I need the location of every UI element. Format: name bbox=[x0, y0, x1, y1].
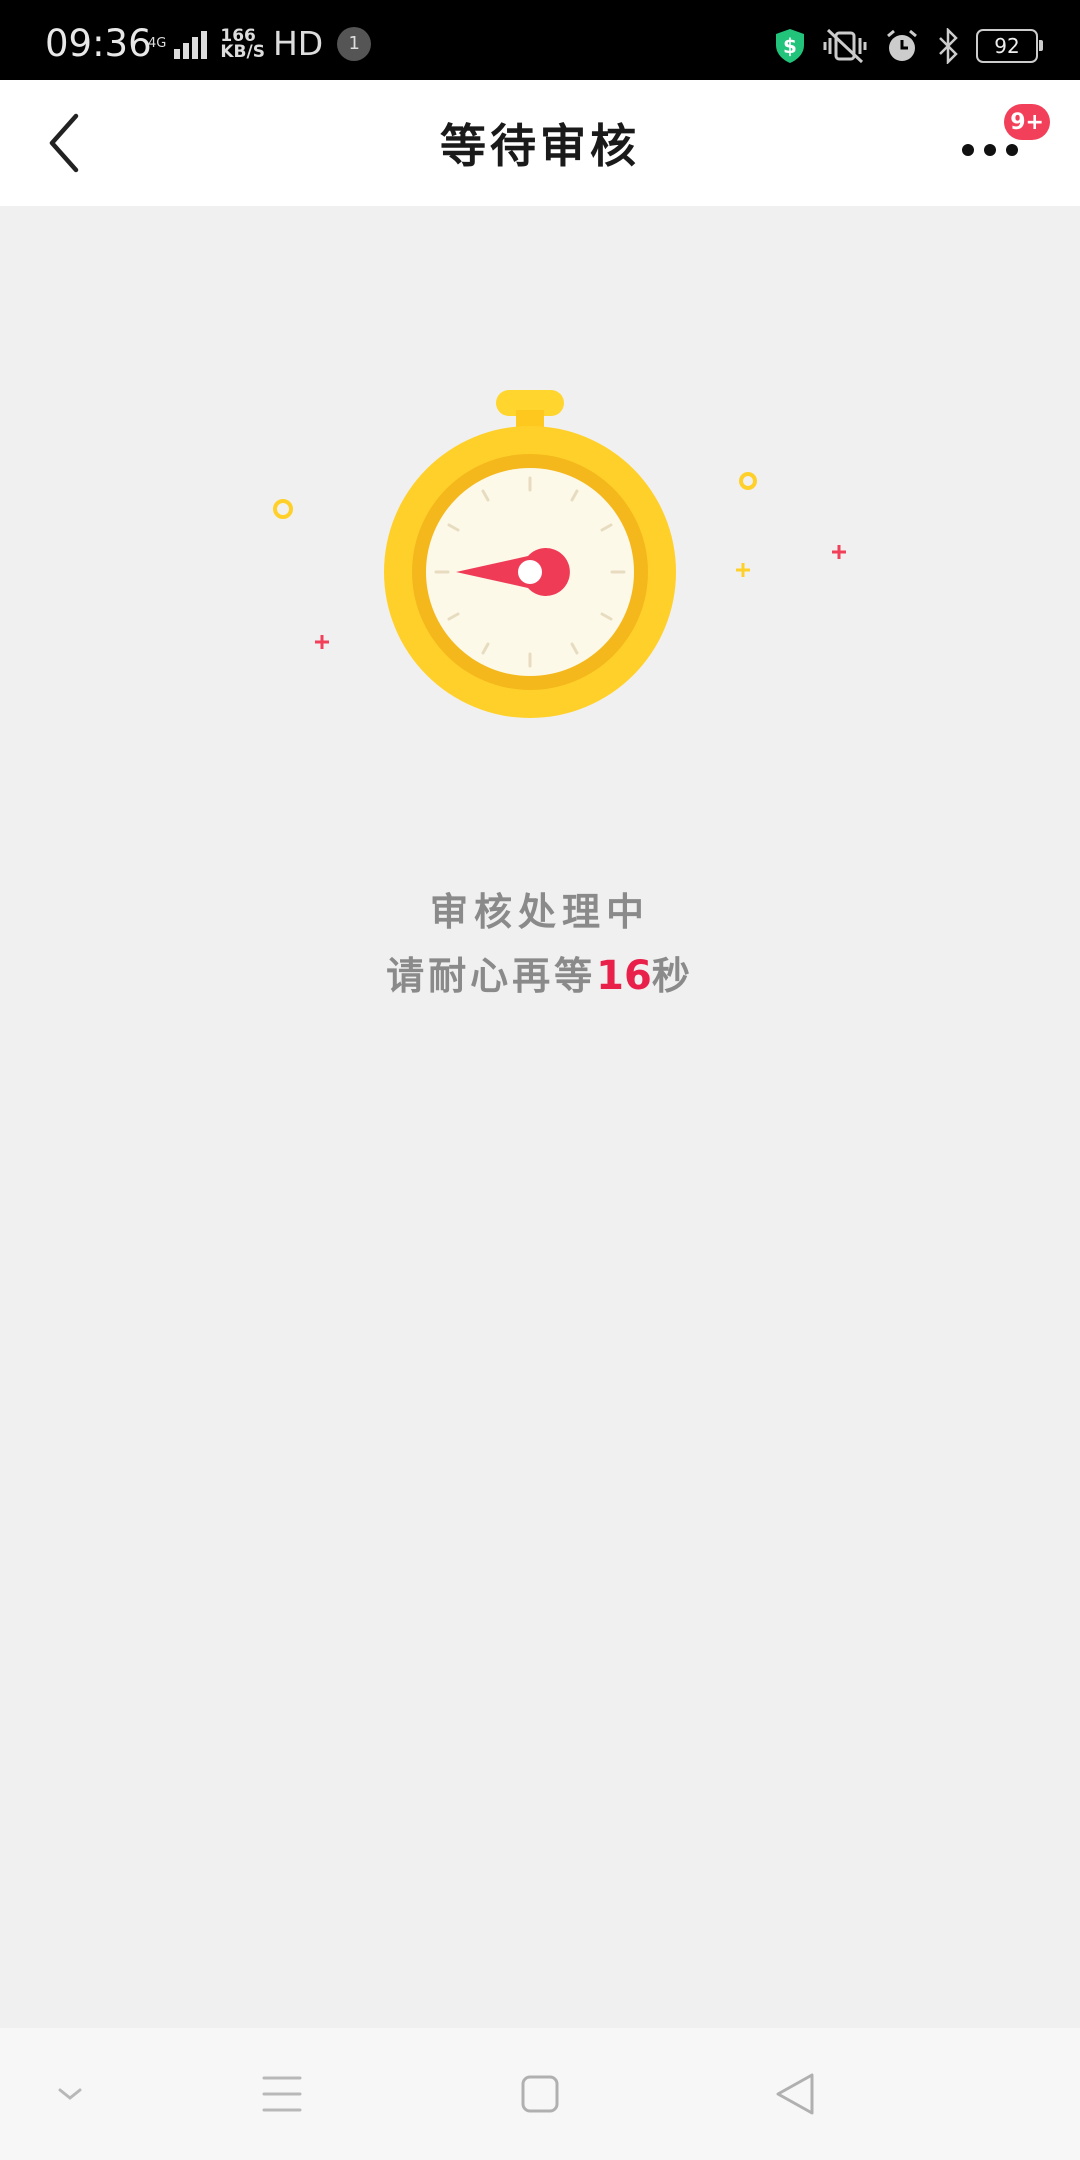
stopwatch-icon bbox=[273, 390, 846, 718]
menu-button[interactable] bbox=[242, 2058, 322, 2130]
more-dots-icon bbox=[962, 144, 1028, 156]
countdown-seconds: 16 bbox=[596, 953, 652, 999]
page-title: 等待审核 bbox=[440, 119, 640, 173]
status-right-icons: $ 92 bbox=[758, 28, 1043, 64]
review-status: 审核处理中 请耐心再等16秒 bbox=[0, 880, 1080, 1008]
more-button[interactable]: 9+ bbox=[962, 104, 1050, 174]
wait-message: 请耐心再等16秒 bbox=[0, 944, 1080, 1008]
decoration-ring bbox=[273, 499, 293, 519]
network-type: 4G bbox=[148, 35, 167, 51]
decoration-plus bbox=[315, 635, 329, 649]
wait-suffix: 秒 bbox=[651, 953, 694, 998]
back-triangle-icon bbox=[776, 2073, 814, 2115]
status-left-icons: 4G 166 KB/S HD 1 bbox=[148, 24, 372, 63]
menu-icon bbox=[262, 2076, 302, 2112]
wait-prefix: 请耐心再等 bbox=[386, 953, 597, 998]
nav-back-button[interactable] bbox=[756, 2058, 836, 2130]
header: 等待审核 9+ bbox=[0, 80, 1080, 206]
system-nav-bar bbox=[0, 2028, 1080, 2160]
decoration-plus bbox=[832, 545, 846, 559]
signal-icon bbox=[174, 29, 210, 59]
collapse-button[interactable] bbox=[30, 2058, 110, 2130]
status-time: 09:36 bbox=[45, 22, 152, 65]
vibrate-mute-icon bbox=[823, 28, 867, 64]
decoration-ring bbox=[739, 472, 757, 490]
status-title: 审核处理中 bbox=[429, 889, 650, 934]
shield-dollar-icon: $ bbox=[776, 29, 804, 63]
svg-text:$: $ bbox=[783, 34, 797, 58]
hd-label: HD bbox=[272, 24, 324, 63]
network-speed: 166 KB/S bbox=[220, 27, 265, 62]
status-bar: 09:36 4G 166 KB/S HD 1 $ 92 bbox=[0, 0, 1080, 80]
battery-icon: 92 bbox=[976, 29, 1043, 63]
bluetooth-icon bbox=[939, 28, 958, 64]
notification-badge: 9+ bbox=[1004, 104, 1050, 140]
home-button[interactable] bbox=[500, 2058, 580, 2130]
collapse-icon bbox=[58, 2088, 82, 2100]
home-square-icon bbox=[521, 2075, 559, 2113]
notification-count: 1 bbox=[337, 26, 372, 61]
decoration-plus bbox=[736, 563, 750, 577]
speed-unit: KB/S bbox=[220, 41, 265, 62]
alarm-icon bbox=[887, 29, 917, 61]
